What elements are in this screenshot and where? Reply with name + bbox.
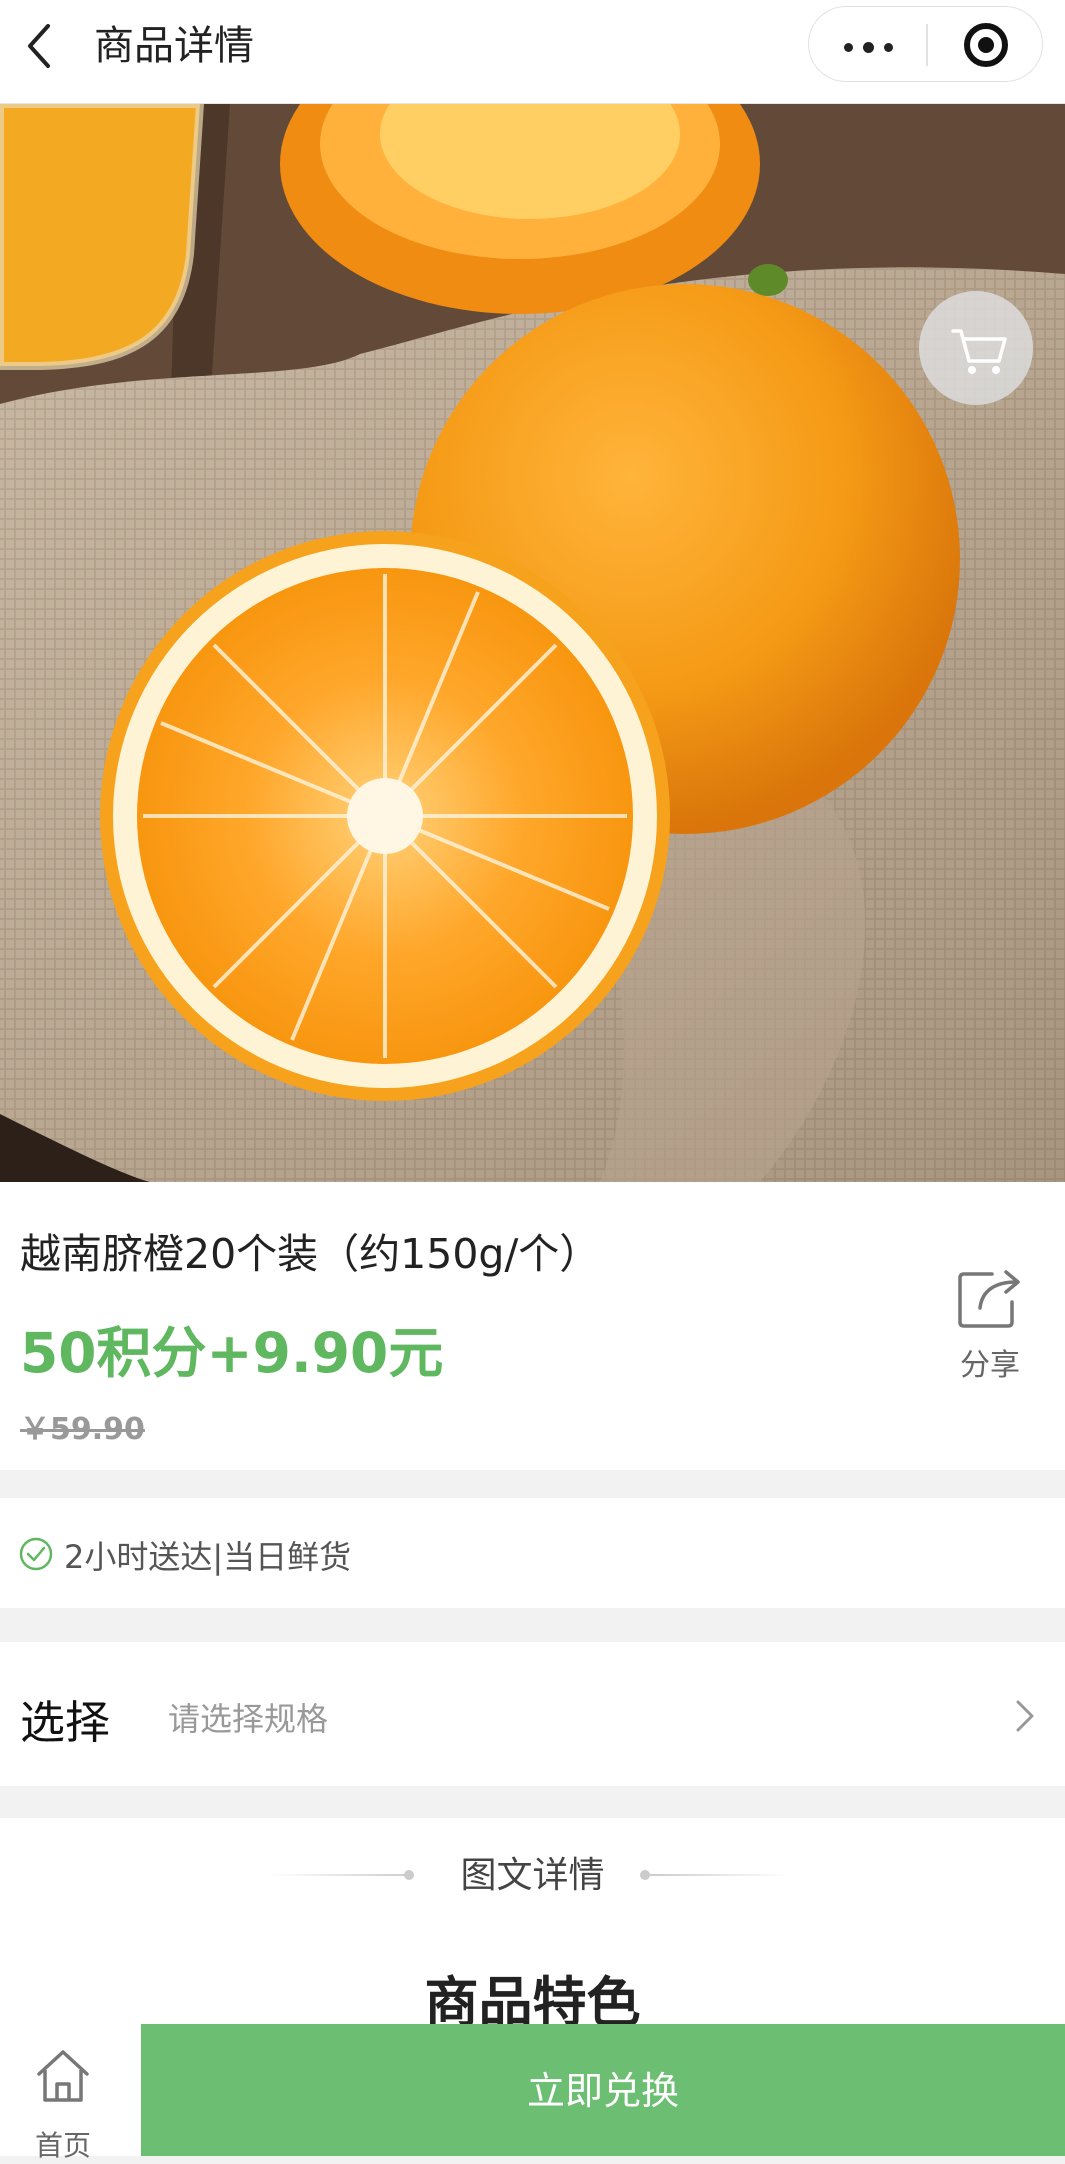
original-price: ￥59.90 bbox=[20, 1412, 145, 1447]
delivery-text: 2小时送达|当日鲜货 bbox=[64, 1538, 352, 1576]
spec-placeholder: 请选择规格 bbox=[168, 1700, 329, 1738]
bottom-action-bar: 首页 立即兑换 bbox=[0, 2024, 1065, 2162]
cart-icon[interactable] bbox=[919, 291, 1033, 405]
spec-label: 选择 bbox=[20, 1696, 111, 1749]
divider-right bbox=[650, 1874, 790, 1876]
more-icon[interactable] bbox=[809, 7, 926, 81]
product-info-card: 越南脐橙20个装（约150g/个） 50积分+9.90元 ￥59.90 分享 bbox=[0, 1182, 1065, 1470]
check-circle-icon bbox=[19, 1537, 53, 1571]
home-label: 首页 bbox=[34, 2129, 91, 2162]
product-photo-oranges bbox=[0, 104, 1065, 1182]
share-icon bbox=[958, 1270, 1020, 1328]
close-target-icon[interactable] bbox=[927, 7, 1044, 81]
detail-section-title: 图文详情 bbox=[460, 1855, 605, 1896]
redeem-now-button[interactable]: 立即兑换 bbox=[141, 2024, 1065, 2156]
product-image-carousel[interactable] bbox=[0, 104, 1065, 1182]
home-icon bbox=[37, 2050, 89, 2102]
chevron-right-icon bbox=[1016, 1700, 1034, 1732]
delivery-info-row: 2小时送达|当日鲜货 bbox=[0, 1498, 1065, 1608]
product-title: 越南脐橙20个装（约150g/个） bbox=[20, 1230, 601, 1278]
home-tab[interactable]: 首页 bbox=[0, 2024, 140, 2162]
spec-select-row[interactable]: 选择 请选择规格 bbox=[0, 1642, 1065, 1786]
share-button[interactable]: 分享 bbox=[950, 1262, 1030, 1383]
mini-program-capsule bbox=[808, 6, 1043, 82]
product-price: 50积分+9.90元 bbox=[20, 1321, 444, 1385]
divider-knot-right bbox=[640, 1870, 650, 1880]
share-label: 分享 bbox=[960, 1348, 1020, 1383]
nav-bar: 商品详情 bbox=[0, 0, 1065, 104]
back-arrow-icon[interactable] bbox=[18, 16, 66, 76]
page-title: 商品详情 bbox=[94, 23, 254, 69]
